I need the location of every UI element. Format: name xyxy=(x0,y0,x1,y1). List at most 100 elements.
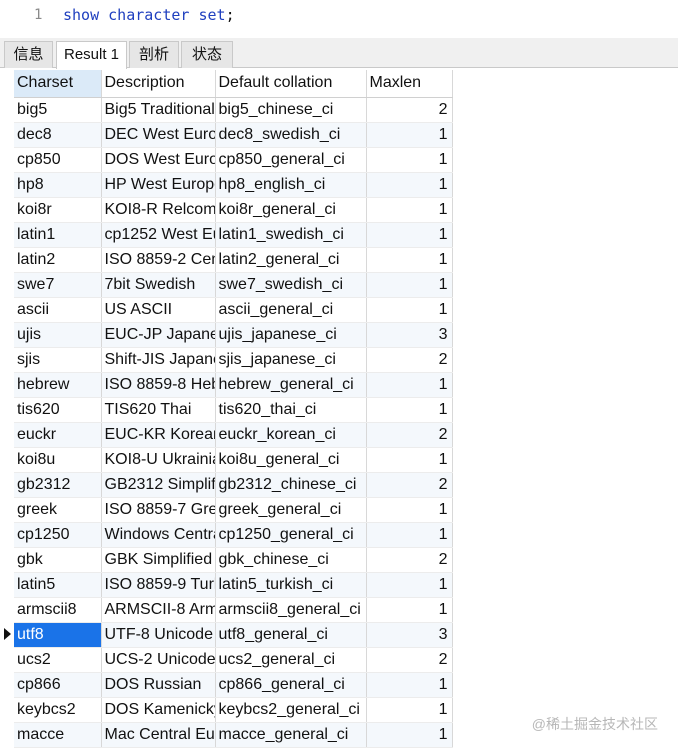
cell-maxlen[interactable]: 1 xyxy=(366,172,453,198)
table-row[interactable]: hp8HP West Europeanhp8_english_ci1 xyxy=(14,172,453,198)
row-selector-column[interactable] xyxy=(0,70,14,752)
cell-description[interactable]: ISO 8859-9 Turkish xyxy=(101,572,216,598)
table-row[interactable]: macceMac Central Europeanmacce_general_c… xyxy=(14,722,453,748)
cell-maxlen[interactable]: 1 xyxy=(366,572,453,598)
table-row[interactable]: ujisEUC-JP Japaneseujis_japanese_ci3 xyxy=(14,322,453,348)
cell-default-collation[interactable]: hebrew_general_ci xyxy=(215,372,367,398)
cell-maxlen[interactable]: 1 xyxy=(366,197,453,223)
table-row[interactable]: big5Big5 Traditional Chinesebig5_chinese… xyxy=(14,97,453,123)
table-row[interactable]: utf8 UTF-8 Unicode utf8_general_ci 3 xyxy=(14,622,453,648)
cell-description[interactable]: DEC West European xyxy=(101,122,216,148)
cell-charset[interactable]: big5 xyxy=(14,97,102,123)
cell-default-collation[interactable]: cp1250_general_ci xyxy=(215,522,367,548)
cell-maxlen[interactable]: 1 xyxy=(366,597,453,623)
cell-charset[interactable]: latin1 xyxy=(14,222,102,248)
cell-maxlen[interactable]: 2 xyxy=(366,97,453,123)
cell-description[interactable]: Mac Central European xyxy=(101,722,216,748)
table-row[interactable]: koi8rKOI8-R Relcom Russiankoi8r_general_… xyxy=(14,197,453,223)
cell-description[interactable]: GBK Simplified Chinese xyxy=(101,547,216,573)
cell-maxlen[interactable]: 1 xyxy=(366,497,453,523)
cell-maxlen[interactable]: 1 xyxy=(366,297,453,323)
cell-charset[interactable]: cp850 xyxy=(14,147,102,173)
cell-maxlen[interactable]: 1 xyxy=(366,147,453,173)
cell-default-collation[interactable]: hp8_english_ci xyxy=(215,172,367,198)
cell-charset[interactable]: koi8u xyxy=(14,447,102,473)
table-row[interactable]: dec8DEC West Europeandec8_swedish_ci1 xyxy=(14,122,453,148)
cell-default-collation[interactable]: ucs2_general_ci xyxy=(215,647,367,673)
cell-default-collation[interactable]: dec8_swedish_ci xyxy=(215,122,367,148)
cell-description[interactable]: Windows Central European xyxy=(101,522,216,548)
column-header-maxlen[interactable]: Maxlen xyxy=(366,70,453,98)
cell-default-collation[interactable]: gbk_chinese_ci xyxy=(215,547,367,573)
cell-default-collation[interactable]: swe7_swedish_ci xyxy=(215,272,367,298)
cell-charset[interactable]: gb2312 xyxy=(14,472,102,498)
tab-info[interactable]: 信息 xyxy=(4,41,53,68)
cell-default-collation[interactable]: ascii_general_ci xyxy=(215,297,367,323)
table-row[interactable]: swe7 7bit Swedish swe7_swedish_ci 1 xyxy=(14,272,453,298)
table-row[interactable]: cp866 DOS Russian cp866_general_ci 1 xyxy=(14,672,453,698)
cell-maxlen[interactable]: 2 xyxy=(366,347,453,373)
cell-maxlen[interactable]: 1 xyxy=(366,122,453,148)
table-row[interactable]: latin2ISO 8859-2 Central Europeanlatin2_… xyxy=(14,247,453,273)
table-row[interactable]: latin5ISO 8859-9 Turkishlatin5_turkish_c… xyxy=(14,572,453,598)
cell-maxlen[interactable]: 1 xyxy=(366,397,453,423)
table-row[interactable]: keybcs2DOS Kamenicky Czech-Slovakkeybcs2… xyxy=(14,697,453,723)
cell-charset[interactable]: gbk xyxy=(14,547,102,573)
table-row[interactable]: tis620 TIS620 Thai tis620_thai_ci 1 xyxy=(14,397,453,423)
cell-default-collation[interactable]: latin5_turkish_ci xyxy=(215,572,367,598)
cell-maxlen[interactable]: 1 xyxy=(366,672,453,698)
cell-description[interactable]: ISO 8859-2 Central European xyxy=(101,247,216,273)
tab-status[interactable]: 状态 xyxy=(181,41,233,68)
cell-charset[interactable]: utf8 xyxy=(14,622,102,648)
cell-description[interactable]: DOS West European xyxy=(101,147,216,173)
table-row[interactable]: latin1cp1252 West Europeanlatin1_swedish… xyxy=(14,222,453,248)
table-row[interactable]: gbkGBK Simplified Chinesegbk_chinese_ci2 xyxy=(14,547,453,573)
cell-maxlen[interactable]: 2 xyxy=(366,647,453,673)
cell-description[interactable]: UTF-8 Unicode xyxy=(101,622,216,648)
cell-charset[interactable]: euckr xyxy=(14,422,102,448)
cell-charset[interactable]: keybcs2 xyxy=(14,697,102,723)
cell-description[interactable]: DOS Kamenicky Czech-Slovak xyxy=(101,697,216,723)
result-table[interactable]: Charset Description Default collation Ma… xyxy=(14,70,453,748)
sql-editor[interactable]: 1 show character set; xyxy=(0,0,678,36)
cell-charset[interactable]: greek xyxy=(14,497,102,523)
cell-charset[interactable]: hebrew xyxy=(14,372,102,398)
cell-description[interactable]: UCS-2 Unicode xyxy=(101,647,216,673)
cell-description[interactable]: cp1252 West European xyxy=(101,222,216,248)
cell-charset[interactable]: ascii xyxy=(14,297,102,323)
cell-default-collation[interactable]: utf8_general_ci xyxy=(215,622,367,648)
cell-description[interactable]: KOI8-U Ukrainian xyxy=(101,447,216,473)
table-row[interactable]: cp1250Windows Central Europeancp1250_gen… xyxy=(14,522,453,548)
cell-default-collation[interactable]: greek_general_ci xyxy=(215,497,367,523)
cell-maxlen[interactable]: 1 xyxy=(366,447,453,473)
cell-maxlen[interactable]: 2 xyxy=(366,472,453,498)
table-row[interactable]: gb2312GB2312 Simplified Chinesegb2312_ch… xyxy=(14,472,453,498)
cell-maxlen[interactable]: 3 xyxy=(366,322,453,348)
cell-description[interactable]: HP West European xyxy=(101,172,216,198)
table-row[interactable]: euckr EUC-KR Korean euckr_korean_ci 2 xyxy=(14,422,453,448)
cell-maxlen[interactable]: 1 xyxy=(366,722,453,748)
cell-description[interactable]: ISO 8859-7 Greek xyxy=(101,497,216,523)
cell-charset[interactable]: ucs2 xyxy=(14,647,102,673)
cell-default-collation[interactable]: big5_chinese_ci xyxy=(215,97,367,123)
table-row[interactable]: armscii8ARMSCII-8 Armenianarmscii8_gener… xyxy=(14,597,453,623)
cell-charset[interactable]: armscii8 xyxy=(14,597,102,623)
cell-default-collation[interactable]: koi8r_general_ci xyxy=(215,197,367,223)
cell-default-collation[interactable]: euckr_korean_ci xyxy=(215,422,367,448)
cell-charset[interactable]: swe7 xyxy=(14,272,102,298)
cell-description[interactable]: EUC-KR Korean xyxy=(101,422,216,448)
cell-default-collation[interactable]: latin2_general_ci xyxy=(215,247,367,273)
table-row[interactable]: ucs2 UCS-2 Unicode ucs2_general_ci 2 xyxy=(14,647,453,673)
cell-description[interactable]: TIS620 Thai xyxy=(101,397,216,423)
cell-default-collation[interactable]: sjis_japanese_ci xyxy=(215,347,367,373)
cell-charset[interactable]: latin2 xyxy=(14,247,102,273)
cell-description[interactable]: US ASCII xyxy=(101,297,216,323)
table-row[interactable]: sjisShift-JIS Japanesesjis_japanese_ci2 xyxy=(14,347,453,373)
cell-default-collation[interactable]: ujis_japanese_ci xyxy=(215,322,367,348)
table-row[interactable]: ascii US ASCII ascii_general_ci 1 xyxy=(14,297,453,323)
column-header-description[interactable]: Description xyxy=(101,70,216,98)
cell-maxlen[interactable]: 1 xyxy=(366,697,453,723)
cell-description[interactable]: GB2312 Simplified Chinese xyxy=(101,472,216,498)
cell-description[interactable]: 7bit Swedish xyxy=(101,272,216,298)
cell-default-collation[interactable]: macce_general_ci xyxy=(215,722,367,748)
